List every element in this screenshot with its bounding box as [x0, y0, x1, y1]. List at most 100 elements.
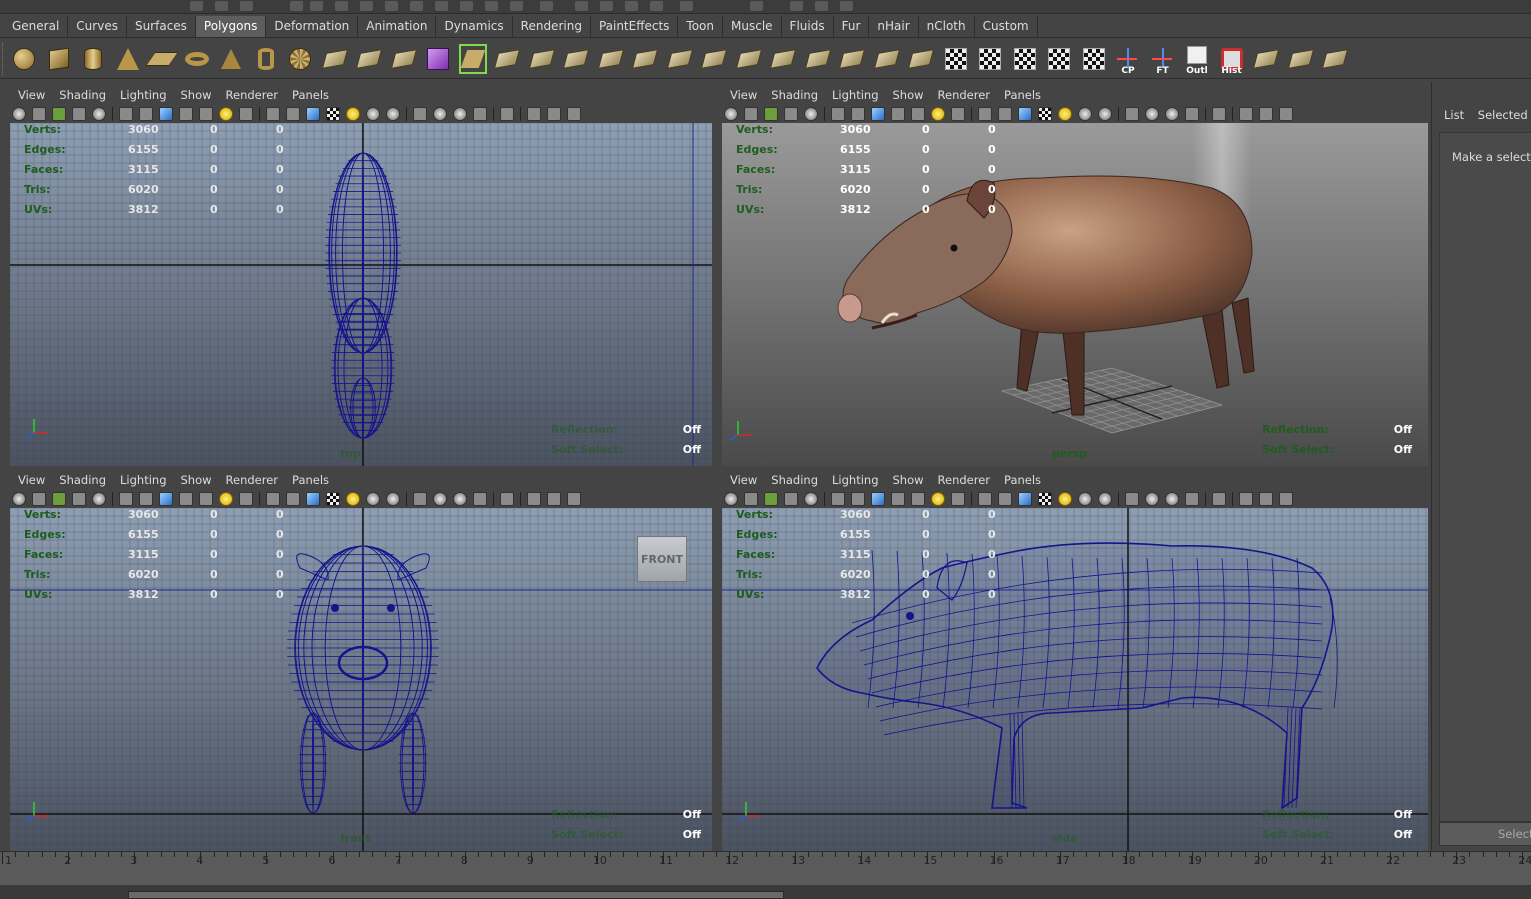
viewport-menu-lighting[interactable]: Lighting: [120, 471, 166, 489]
viewport-tool-icon[interactable]: [1018, 106, 1032, 121]
history-icon[interactable]: Hist: [1216, 43, 1248, 76]
viewport-tool-icon[interactable]: [179, 491, 193, 506]
viewport-tool-icon[interactable]: [286, 491, 300, 506]
viewport-tool-icon[interactable]: [764, 106, 778, 121]
viewport-tool-icon[interactable]: [911, 106, 925, 121]
viewport-tool-icon[interactable]: [804, 491, 818, 506]
viewport-tool-icon[interactable]: [12, 491, 26, 506]
viewport-tool-icon[interactable]: [366, 106, 380, 121]
viewport-menu-shading[interactable]: Shading: [771, 471, 818, 489]
viewport-tool-icon[interactable]: [306, 491, 320, 506]
viewport-tool-icon[interactable]: [500, 106, 514, 121]
viewport-tool-icon[interactable]: [1212, 491, 1226, 506]
poly-pipe-icon[interactable]: [250, 43, 282, 75]
shelf-tab-general[interactable]: General: [4, 16, 69, 37]
viewport-tool-icon[interactable]: [1259, 106, 1273, 121]
viewport-tool-icon[interactable]: [413, 106, 427, 121]
viewport-tool-icon[interactable]: [346, 106, 360, 121]
viewport-menu-renderer[interactable]: Renderer: [938, 471, 991, 489]
status-line-icon[interactable]: [215, 1, 228, 11]
shelf-tab-nhair[interactable]: nHair: [869, 16, 919, 37]
poly-torus-icon[interactable]: [181, 43, 213, 75]
viewport-menu-panels[interactable]: Panels: [1004, 471, 1041, 489]
viewport-tool-icon[interactable]: [1125, 106, 1139, 121]
viewport-tool-icon[interactable]: [92, 491, 106, 506]
poly-cone-icon[interactable]: [112, 43, 144, 75]
viewport-tool-icon[interactable]: [831, 491, 845, 506]
shelf-tab-custom[interactable]: Custom: [975, 16, 1038, 37]
viewport-tool-icon[interactable]: [119, 491, 133, 506]
viewport-menu-lighting[interactable]: Lighting: [832, 86, 878, 104]
status-line-icon[interactable]: [460, 1, 473, 11]
reduce-icon[interactable]: [836, 43, 868, 75]
status-line-icon[interactable]: [650, 1, 663, 11]
viewport-tool-icon[interactable]: [266, 491, 280, 506]
viewport-tool-icon[interactable]: [473, 106, 487, 121]
viewport-tool-icon[interactable]: [239, 491, 253, 506]
viewport-tool-icon[interactable]: [1125, 491, 1139, 506]
viewport-tool-icon[interactable]: [219, 491, 233, 506]
viewport-tool-icon[interactable]: [1038, 491, 1052, 506]
viewport-tool-icon[interactable]: [1279, 491, 1293, 506]
viewport-tool-icon[interactable]: [413, 491, 427, 506]
viewport-tool-icon[interactable]: [32, 106, 46, 121]
average-vertices-icon[interactable]: [767, 43, 799, 75]
polygon-cube-purple-icon[interactable]: [422, 43, 454, 75]
viewport-tool-icon[interactable]: [500, 491, 514, 506]
viewport-tool-icon[interactable]: [159, 491, 173, 506]
viewport-tool-icon[interactable]: [473, 491, 487, 506]
viewport-tool-icon[interactable]: [219, 106, 233, 121]
viewport-tool-icon[interactable]: [266, 106, 280, 121]
viewport-tool-icon[interactable]: [119, 106, 133, 121]
viewport-tool-icon[interactable]: [239, 106, 253, 121]
viewport-tool-icon[interactable]: [72, 106, 86, 121]
viewport-tool-icon[interactable]: [784, 106, 798, 121]
status-line-icon[interactable]: [815, 1, 828, 11]
viewport-tool-icon[interactable]: [286, 106, 300, 121]
viewport-tool-icon[interactable]: [1145, 491, 1159, 506]
viewport-menu-lighting[interactable]: Lighting: [120, 86, 166, 104]
freeze-transform-icon[interactable]: FT: [1147, 43, 1179, 76]
viewport-tool-icon[interactable]: [744, 491, 758, 506]
channel-box-area[interactable]: [1439, 132, 1531, 822]
viewport-tool-icon[interactable]: [724, 491, 738, 506]
viewport-tool-icon[interactable]: [453, 491, 467, 506]
viewport-tool-icon[interactable]: [366, 491, 380, 506]
viewport-tool-icon[interactable]: [1145, 106, 1159, 121]
shelf-tab-muscle[interactable]: Muscle: [723, 16, 782, 37]
viewport-menu-shading[interactable]: Shading: [771, 86, 818, 104]
viewport-tool-icon[interactable]: [567, 491, 581, 506]
status-line-icon[interactable]: [485, 1, 498, 11]
viewport-tool-icon[interactable]: [1239, 491, 1253, 506]
viewport-menu-panels[interactable]: Panels: [1004, 86, 1041, 104]
viewport-tool-icon[interactable]: [764, 491, 778, 506]
shelf-tab-dynamics[interactable]: Dynamics: [436, 16, 513, 37]
shelf-tab-polygons[interactable]: Polygons: [195, 16, 267, 37]
viewport-tool-icon[interactable]: [1078, 491, 1092, 506]
extract-icon[interactable]: [388, 43, 420, 75]
viewport-tool-icon[interactable]: [1185, 491, 1199, 506]
viewport-tool-icon[interactable]: [386, 106, 400, 121]
status-line-icon[interactable]: [840, 1, 853, 11]
viewport-menu-view[interactable]: View: [730, 471, 757, 489]
viewport-tool-icon[interactable]: [998, 106, 1012, 121]
viewport-menu-view[interactable]: View: [18, 471, 45, 489]
range-slider[interactable]: [128, 891, 784, 899]
viewport-tool-icon[interactable]: [527, 106, 541, 121]
status-line-icon[interactable]: [600, 1, 613, 11]
viewport-menu-lighting[interactable]: Lighting: [832, 471, 878, 489]
viewport-tool-icon[interactable]: [911, 491, 925, 506]
viewport-menu-view[interactable]: View: [730, 86, 757, 104]
viewport-tool-icon[interactable]: [52, 106, 66, 121]
viewport-tool-icon[interactable]: [32, 491, 46, 506]
viewport-tool-icon[interactable]: [1279, 106, 1293, 121]
status-line-icon[interactable]: [290, 1, 303, 11]
viewport-tool-icon[interactable]: [1259, 491, 1273, 506]
viewport-tool-icon[interactable]: [179, 106, 193, 121]
viewport-tool-icon[interactable]: [1098, 491, 1112, 506]
custom-tool-3-icon[interactable]: [1319, 43, 1351, 75]
shelf-grip[interactable]: [2, 43, 5, 75]
bridge-icon[interactable]: [491, 43, 523, 75]
offset-edge-loop-icon[interactable]: [629, 43, 661, 75]
shelf-tab-deformation[interactable]: Deformation: [266, 16, 359, 37]
